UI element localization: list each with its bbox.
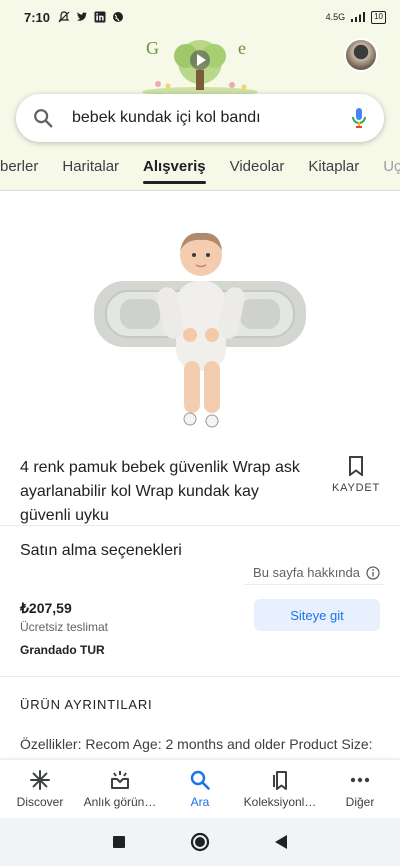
visit-site-button[interactable]: Siteye git bbox=[254, 599, 380, 631]
tab-books[interactable]: Kitaplar bbox=[296, 150, 371, 190]
bell-off-icon bbox=[58, 11, 70, 23]
status-icons bbox=[58, 11, 124, 23]
bottom-navigation: Discover Anlık görün… Ara Koleksiyonl… D… bbox=[0, 760, 400, 818]
tab-shopping[interactable]: Alışveriş bbox=[131, 150, 218, 190]
asterisk-icon bbox=[30, 770, 50, 790]
status-time: 7:10 bbox=[24, 9, 51, 25]
product-image[interactable] bbox=[0, 196, 400, 446]
home-icon[interactable] bbox=[190, 832, 210, 852]
recents-icon[interactable] bbox=[112, 835, 126, 849]
tab-videos[interactable]: Videolar bbox=[218, 150, 297, 190]
collections-icon bbox=[273, 771, 287, 790]
about-label: Bu sayfa hakkında bbox=[253, 565, 360, 580]
linkedin-icon bbox=[94, 11, 106, 23]
nav-more[interactable]: Diğer bbox=[320, 760, 400, 818]
nav-discover[interactable]: Discover bbox=[0, 760, 80, 818]
status-right: 4.5G 10 bbox=[325, 10, 386, 24]
product-title-row: 4 renk pamuk bebek güvenlik Wrap ask aya… bbox=[20, 456, 384, 528]
about-divider bbox=[244, 584, 384, 585]
info-icon bbox=[366, 565, 380, 580]
nav-search-label: Ara bbox=[190, 795, 210, 809]
baby-wrap-image bbox=[94, 232, 306, 428]
bookmark-icon bbox=[349, 456, 363, 476]
account-avatar[interactable] bbox=[344, 38, 378, 72]
battery-indicator: 10 bbox=[371, 10, 386, 24]
search-input[interactable]: bebek kundak içi kol bandı bbox=[72, 109, 350, 127]
divider bbox=[0, 676, 400, 677]
tab-flights[interactable]: Uç bbox=[371, 150, 400, 190]
purchase-options-title: Satın alma seçenekleri bbox=[20, 542, 182, 559]
nav-search[interactable]: Ara bbox=[160, 760, 240, 818]
microphone-icon[interactable] bbox=[350, 106, 368, 130]
product-title: 4 renk pamuk bebek güvenlik Wrap ask aya… bbox=[20, 459, 300, 524]
globe-icon bbox=[113, 12, 124, 22]
more-icon bbox=[350, 777, 370, 783]
nav-snapshot[interactable]: Anlık görün… bbox=[80, 760, 160, 818]
inbox-icon bbox=[111, 771, 129, 789]
header: 7:10 4.5G 10 G e bebek kundak içi kol ba… bbox=[0, 0, 400, 190]
divider bbox=[0, 525, 400, 526]
tab-haberler[interactable]: berler bbox=[0, 150, 50, 190]
save-button[interactable]: KAYDET bbox=[328, 456, 384, 528]
price: ₺207,59 bbox=[20, 600, 72, 616]
nav-snapshot-label: Anlık görün… bbox=[83, 795, 157, 809]
google-doodle[interactable]: G e bbox=[140, 34, 260, 96]
svg-text:e: e bbox=[238, 38, 246, 58]
search-icon[interactable] bbox=[32, 107, 54, 129]
tab-maps[interactable]: Haritalar bbox=[50, 150, 131, 190]
shipping-info: Ücretsiz teslimat bbox=[20, 620, 109, 634]
nav-more-label: Diğer bbox=[345, 795, 375, 809]
back-icon[interactable] bbox=[274, 834, 288, 850]
product-details-text: Özellikler: Recom Age: 2 months and olde… bbox=[20, 736, 373, 752]
signal-icon bbox=[351, 12, 366, 22]
nav-collections-label: Koleksiyonl… bbox=[243, 795, 317, 809]
nav-discover-label: Discover bbox=[16, 795, 64, 809]
save-label: KAYDET bbox=[332, 482, 380, 494]
status-bar: 7:10 4.5G 10 bbox=[0, 0, 400, 34]
about-this-page-link[interactable]: Bu sayfa hakkında bbox=[253, 565, 380, 580]
header-divider bbox=[0, 190, 400, 191]
search-tabs: berler Haritalar Alışveriş Videolar Kita… bbox=[0, 150, 400, 190]
twitter-icon bbox=[77, 12, 88, 21]
search-icon bbox=[190, 770, 210, 790]
seller-name: Grandado TUR bbox=[20, 643, 105, 657]
search-bar[interactable]: bebek kundak içi kol bandı bbox=[16, 94, 384, 142]
network-label: 4.5G bbox=[325, 12, 346, 22]
system-navigation-bar bbox=[0, 818, 400, 866]
nav-collections[interactable]: Koleksiyonl… bbox=[240, 760, 320, 818]
svg-text:G: G bbox=[146, 38, 159, 58]
product-details-heading: ÜRÜN AYRINTILARI bbox=[20, 697, 153, 712]
